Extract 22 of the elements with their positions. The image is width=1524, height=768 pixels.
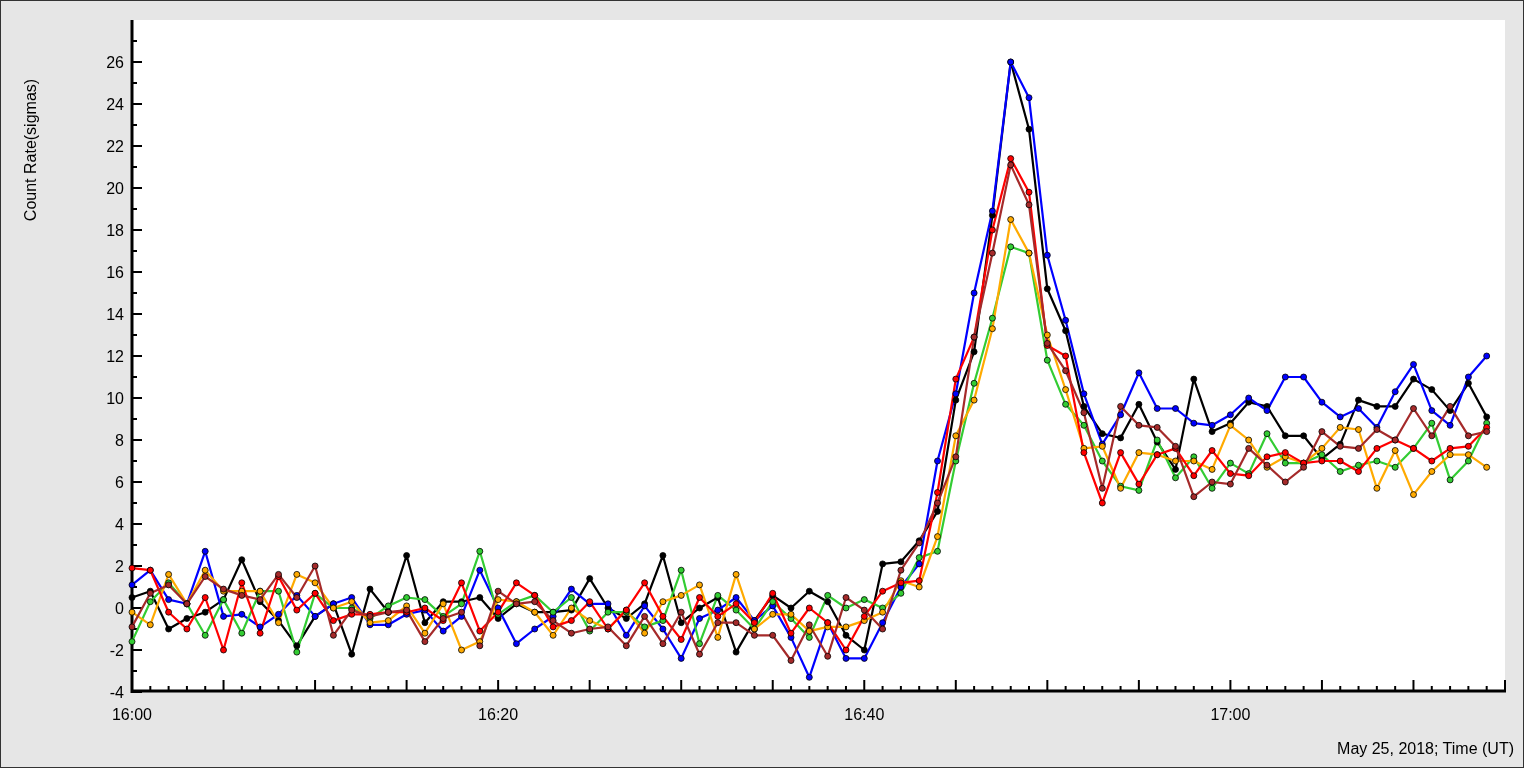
y-tick-label: 6 xyxy=(115,474,124,491)
y-tick-label: -4 xyxy=(109,684,124,701)
y-axis-title: Count Rate(sigmas) xyxy=(22,78,39,222)
y-tick-label: 4 xyxy=(115,516,124,533)
y-tick-label: 24 xyxy=(106,96,124,113)
y-tick-label: 8 xyxy=(115,432,124,449)
y-tick-label: 18 xyxy=(106,222,124,239)
y-tick-label: 10 xyxy=(106,390,124,407)
x-tick-label: 17:00 xyxy=(1210,706,1251,723)
y-tick-label: 16 xyxy=(106,264,124,281)
x-tick-label: 16:00 xyxy=(112,706,152,723)
x-axis-title: May 25, 2018; Time (UT) xyxy=(1337,740,1514,757)
y-tick-label: 14 xyxy=(106,306,124,323)
y-tick-label: 22 xyxy=(106,138,124,155)
y-tick-label: 20 xyxy=(106,180,124,197)
y-tick-label: 26 xyxy=(106,54,124,71)
y-tick-label: 0 xyxy=(115,600,124,617)
y-tick-label: 2 xyxy=(115,558,124,575)
y-tick-label: -2 xyxy=(109,642,124,659)
x-tick-label: 16:40 xyxy=(844,706,885,723)
x-tick-label: 16:20 xyxy=(478,706,519,723)
y-tick-label: 12 xyxy=(106,348,124,365)
